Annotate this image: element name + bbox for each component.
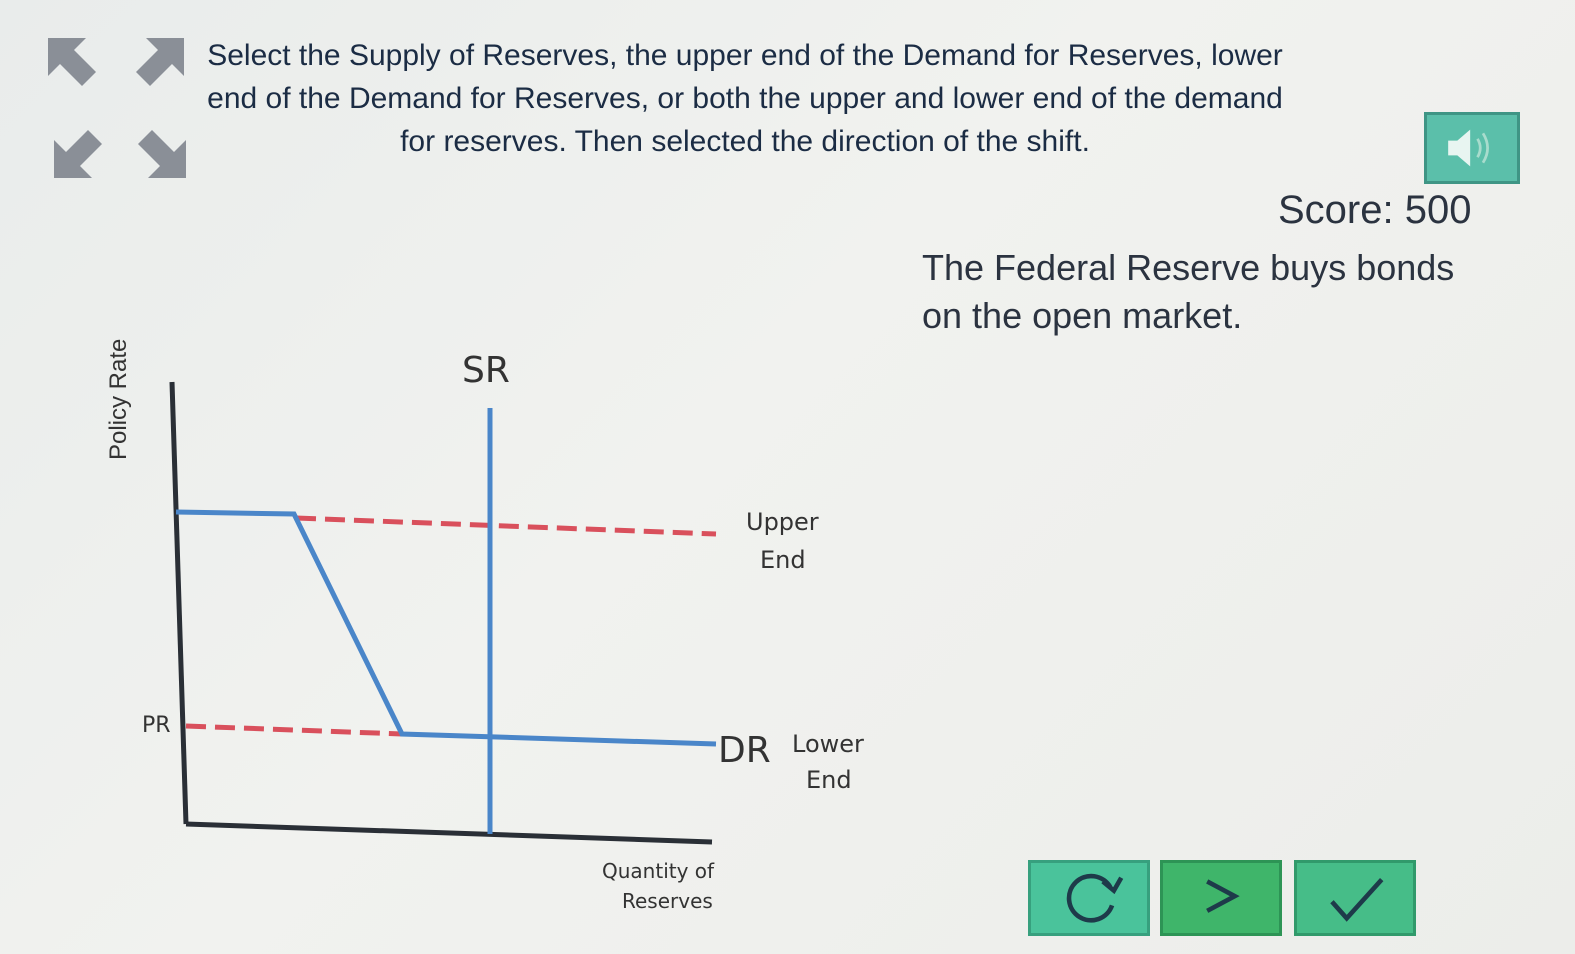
- arrow-down-left-icon: [54, 130, 102, 178]
- score-label: Score:: [1278, 188, 1394, 232]
- arrow-down-left-button[interactable]: [52, 128, 104, 180]
- reserves-graph: Policy Rate SR DR PR Upper End Lower End…: [90, 330, 890, 930]
- instructions-text: Select the Supply of Reserves, the upper…: [207, 39, 1283, 158]
- lower-end-label[interactable]: Lower End: [792, 730, 872, 794]
- reserves-graph-svg: Policy Rate SR DR PR Upper End Lower End…: [105, 339, 872, 913]
- arrow-down-right-button[interactable]: [136, 128, 188, 180]
- y-axis-label-text: Policy Rate: [105, 339, 132, 460]
- x-axis-label-line-1: Quantity of: [602, 859, 715, 883]
- arrow-down-right-icon: [138, 130, 186, 178]
- arrow-up-right-button[interactable]: [134, 36, 186, 88]
- checkmark-icon: [1330, 878, 1384, 922]
- scenario-text: The Federal Reserve buys bonds on the op…: [922, 247, 1455, 336]
- audio-button[interactable]: [1424, 112, 1520, 184]
- supply-label[interactable]: SR: [462, 350, 510, 391]
- score-display: Score: 500: [1278, 188, 1471, 233]
- next-button[interactable]: [1160, 860, 1282, 936]
- pr-label: PR: [142, 713, 171, 738]
- lower-end-label-line-1: Lower: [792, 730, 864, 758]
- arrow-up-left-button[interactable]: [46, 36, 98, 88]
- lower-end-label-line-2: End: [806, 766, 852, 794]
- reset-button[interactable]: [1028, 860, 1150, 936]
- demand-curve[interactable]: [175, 509, 717, 747]
- x-axis-label-line-2: Reserves: [622, 889, 713, 913]
- score-value: 500: [1404, 188, 1472, 232]
- y-axis: [169, 381, 189, 825]
- upper-end-label-line-2: End: [760, 546, 806, 574]
- reset-icon: [1066, 873, 1124, 923]
- upper-end-label[interactable]: Upper End: [746, 508, 826, 574]
- upper-end-label-line-1: Upper: [746, 508, 819, 536]
- speaker-icon: [1448, 129, 1489, 167]
- pr-dashed-line: [185, 723, 403, 737]
- chevron-right-icon: [1206, 879, 1240, 913]
- x-axis: [185, 821, 713, 845]
- y-axis-label: Policy Rate: [105, 339, 132, 460]
- arrow-up-right-icon: [136, 38, 184, 86]
- check-button[interactable]: [1294, 860, 1416, 936]
- x-axis-label: Quantity of Reserves: [602, 859, 720, 913]
- arrow-up-left-icon: [48, 38, 96, 86]
- upper-end-dashed-line: [295, 515, 717, 537]
- demand-label[interactable]: DR: [718, 730, 771, 771]
